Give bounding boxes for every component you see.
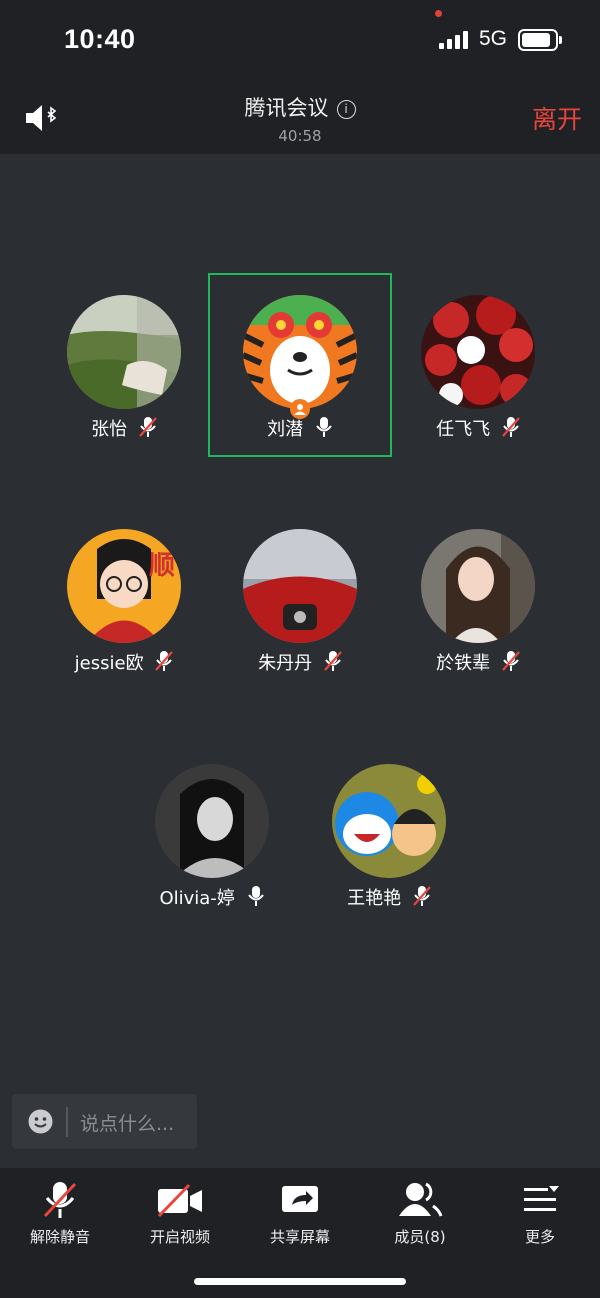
avatar [67,295,181,409]
meeting-header: 腾讯会议 i 40:58 离开 [0,80,600,154]
home-indicator[interactable] [194,1278,406,1285]
mic-muted-icon [43,1182,77,1218]
participant-name-text: 张怡 [91,419,128,440]
participant-tile-active[interactable]: 刘潜 [210,275,390,455]
more-button[interactable]: 更多 [480,1178,600,1250]
participant-name: jessie欧 [34,649,214,675]
participant-name: Olivia-婷 [122,884,302,910]
more-menu-icon [524,1186,559,1211]
participant-tile[interactable]: 於铁辈 [388,509,568,689]
avatar [332,764,446,878]
video-off-icon [157,1183,202,1218]
signal-icon [439,31,471,49]
title-wrap: 腾讯会议 i [0,92,600,122]
start-video-button[interactable]: 开启视频 [120,1178,240,1250]
chat-placeholder: 说点什么... [80,1113,175,1135]
unmute-button[interactable]: 解除静音 [0,1178,120,1250]
mic-muted-icon [139,417,157,437]
unmute-label: 解除静音 [29,1228,90,1246]
participant-name-text: jessie欧 [74,653,144,674]
meeting-duration: 40:58 [278,127,322,145]
avatar [421,529,535,643]
start-video-label: 开启视频 [149,1228,210,1246]
participant-tile[interactable]: Olivia-婷 [122,744,302,924]
status-time: 10:40 [64,24,136,54]
divider [66,1107,68,1137]
members-label: 成员(8) [394,1228,446,1246]
participant-tile[interactable]: 任飞飞 [388,275,568,455]
mic-muted-icon [155,651,174,671]
leave-button[interactable]: 离开 [532,100,582,136]
status-bar: 10:40 5G [0,0,600,80]
participant-name-text: 朱丹丹 [258,653,313,674]
members-button[interactable]: 成员(8) [360,1178,480,1250]
chat-input[interactable]: 说点什么... [12,1094,197,1149]
mic-muted-icon [413,886,431,906]
battery-icon [518,29,562,51]
recording-dot [435,10,442,17]
info-icon[interactable]: i [336,100,356,119]
share-screen-button[interactable]: 共享屏幕 [240,1178,360,1250]
avatar: 顺 [67,529,181,643]
participant-name-text: 於铁辈 [436,653,491,674]
members-icon [399,1182,443,1217]
participant-name-text: 刘潜 [267,419,304,440]
emoji-icon[interactable] [28,1109,53,1134]
participant-name: 王艳艳 [299,884,479,910]
mic-muted-icon [502,651,520,671]
mic-icon [316,417,332,437]
avatar [243,295,357,409]
participant-name-text: Olivia-婷 [159,888,235,909]
participant-tile[interactable]: 朱丹丹 [210,509,390,689]
participant-name-text: 任飞飞 [436,419,491,440]
participant-name: 张怡 [34,415,214,441]
more-label: 更多 [524,1228,555,1246]
participant-name-text: 王艳艳 [347,888,402,909]
share-screen-icon [282,1186,318,1212]
participant-name: 於铁辈 [388,649,568,675]
mic-muted-icon [502,417,520,437]
meeting-title[interactable]: 腾讯会议 [245,96,329,120]
mic-icon [247,886,264,906]
participant-name: 任飞飞 [388,415,568,441]
participant-tile[interactable]: 张怡 [34,275,214,455]
avatar [155,764,269,878]
participant-tile[interactable]: 顺 jessie欧 [34,509,214,689]
svg-text:顺: 顺 [149,551,175,581]
participant-name: 刘潜 [210,415,390,441]
mic-muted-icon [324,651,342,671]
participant-tile[interactable]: 王艳艳 [299,744,479,924]
share-screen-label: 共享屏幕 [269,1228,330,1246]
avatar [243,529,357,643]
participant-name: 朱丹丹 [210,649,390,675]
avatar [421,295,535,409]
network-label: 5G [479,27,508,50]
